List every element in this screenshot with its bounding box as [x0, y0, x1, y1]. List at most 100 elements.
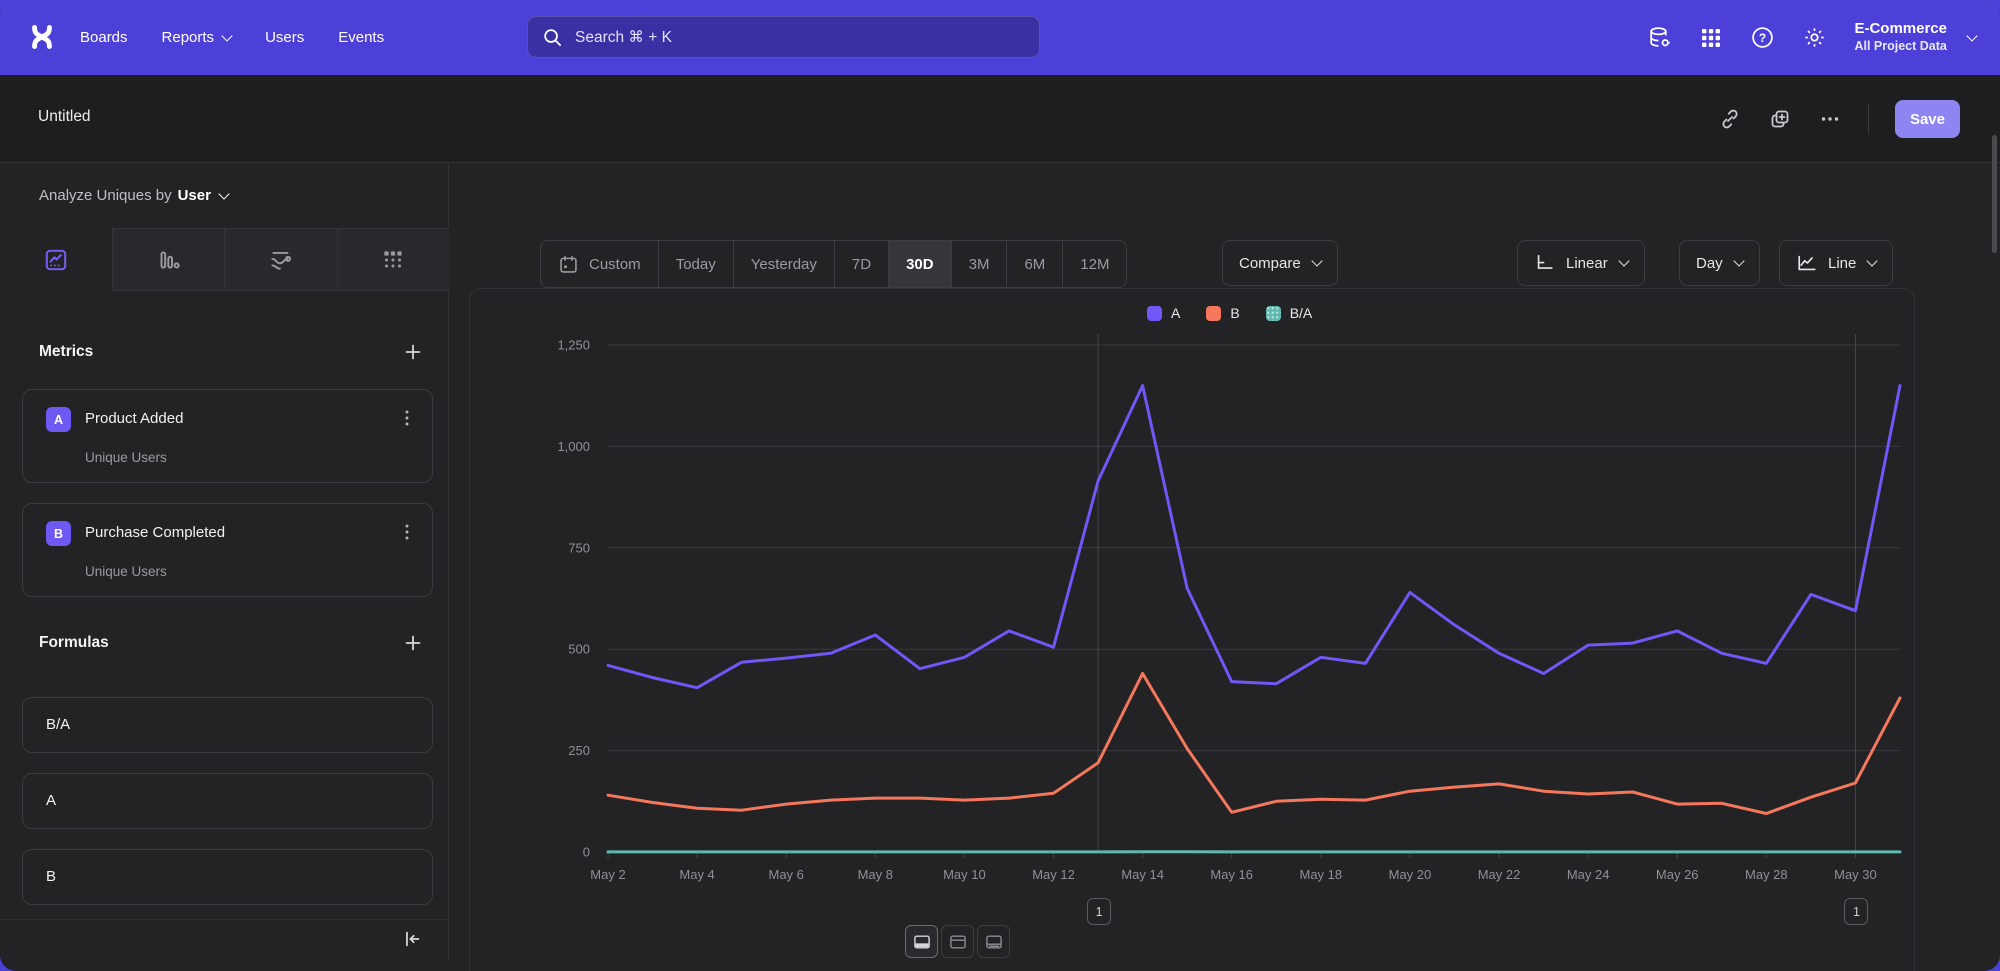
app-frame: Boards Reports Users Events Search ⌘ + K… — [0, 0, 2000, 971]
project-subtitle: All Project Data — [1854, 39, 1947, 55]
formula-card[interactable]: B — [22, 849, 433, 905]
nav-item-label: Users — [265, 29, 304, 46]
compare-label: Compare — [1239, 255, 1301, 272]
nav-item-label: Boards — [80, 29, 128, 46]
svg-text:1,250: 1,250 — [557, 338, 590, 353]
kebab-menu-icon[interactable] — [396, 521, 418, 543]
tab-insights[interactable] — [0, 228, 112, 291]
settings-gear-icon[interactable] — [1802, 25, 1827, 50]
formula-card[interactable]: B/A — [22, 697, 433, 753]
mixpanel-logo-icon — [25, 20, 59, 54]
layout-toggle-split[interactable] — [941, 925, 974, 958]
svg-text:May 4: May 4 — [679, 867, 714, 882]
chevron-down-icon — [218, 188, 229, 199]
query-panel: Analyze Uniques by User Metrics A Produc… — [0, 163, 449, 961]
tab-breakdown[interactable] — [337, 228, 450, 291]
metric-card-a[interactable]: A Product Added Unique Users — [22, 389, 433, 483]
copy-link-icon[interactable] — [1718, 107, 1742, 131]
metric-measurement[interactable]: Unique Users — [85, 450, 167, 465]
collapse-sidebar-icon[interactable] — [401, 928, 423, 950]
help-icon[interactable]: ? — [1750, 25, 1775, 50]
kebab-menu-icon[interactable] — [396, 407, 418, 429]
nav-item-reports[interactable]: Reports — [162, 29, 232, 46]
analyze-label: Analyze Uniques by — [39, 187, 172, 204]
svg-text:May 10: May 10 — [943, 867, 986, 882]
svg-text:May 18: May 18 — [1300, 867, 1343, 882]
metric-name: Purchase Completed — [85, 524, 225, 541]
svg-text:May 22: May 22 — [1478, 867, 1521, 882]
svg-text:May 14: May 14 — [1121, 867, 1164, 882]
apps-grid-icon[interactable] — [1699, 26, 1723, 50]
svg-text:500: 500 — [568, 642, 590, 657]
formula-name: B/A — [46, 716, 70, 733]
annotation-marker[interactable]: 1 — [1844, 898, 1868, 925]
metric-badge: B — [46, 521, 71, 546]
layout-toggle-chart-and-table[interactable] — [905, 925, 938, 958]
chevron-down-icon — [1311, 255, 1322, 266]
plus-icon — [403, 342, 423, 362]
add-metric-button[interactable] — [401, 340, 425, 364]
chevron-down-icon — [1867, 255, 1878, 266]
line-chart[interactable]: 02505007501,0001,250May 2May 4May 6May 8… — [460, 270, 1990, 925]
chart-type-label: Line — [1828, 255, 1856, 272]
nav-right: ? E-Commerce All Project Data — [1647, 0, 1976, 75]
nav-item-users[interactable]: Users — [265, 29, 304, 46]
search-input[interactable]: Search ⌘ + K — [527, 16, 1040, 58]
nav-item-boards[interactable]: Boards — [80, 29, 128, 46]
svg-text:750: 750 — [568, 540, 590, 555]
report-title[interactable]: Untitled — [38, 108, 91, 126]
metric-measurement[interactable]: Unique Users — [85, 564, 167, 579]
more-options-icon[interactable] — [1818, 107, 1842, 131]
svg-text:May 26: May 26 — [1656, 867, 1699, 882]
tab-flows[interactable] — [224, 228, 337, 291]
metric-badge: A — [46, 407, 71, 432]
svg-text:May 8: May 8 — [858, 867, 893, 882]
svg-text:May 16: May 16 — [1210, 867, 1253, 882]
add-formula-button[interactable] — [401, 631, 425, 655]
nav-item-label: Events — [338, 29, 384, 46]
annotation-marker[interactable]: 1 — [1087, 898, 1111, 925]
divider — [1868, 104, 1869, 134]
svg-text:May 2: May 2 — [590, 867, 625, 882]
project-selector[interactable]: E-Commerce All Project Data — [1854, 20, 1976, 54]
svg-text:May 24: May 24 — [1567, 867, 1610, 882]
svg-text:May 30: May 30 — [1834, 867, 1877, 882]
insights-tab-icon — [43, 247, 69, 273]
analyze-entity-value: User — [178, 187, 211, 204]
flow-tab-icon — [268, 247, 294, 273]
chevron-down-icon — [1733, 255, 1744, 266]
search-placeholder: Search ⌘ + K — [575, 28, 672, 47]
svg-text:May 28: May 28 — [1745, 867, 1788, 882]
scrollbar-thumb[interactable] — [1992, 135, 1997, 253]
metric-name: Product Added — [85, 410, 183, 427]
nav-menu: Boards Reports Users Events — [80, 0, 384, 75]
svg-text:May 6: May 6 — [769, 867, 804, 882]
nav-item-events[interactable]: Events — [338, 29, 384, 46]
tab-funnels[interactable] — [112, 228, 225, 291]
save-button[interactable]: Save — [1895, 100, 1960, 138]
nav-item-label: Reports — [162, 29, 215, 46]
chart-area: Custom Today Yesterday 7D 30D 3M 6M 12M … — [449, 163, 2000, 971]
report-type-tabs — [0, 228, 449, 291]
funnel-tab-icon — [155, 247, 181, 273]
svg-text:250: 250 — [568, 743, 590, 758]
report-actions: Save — [1718, 75, 1960, 163]
formula-name: B — [46, 868, 56, 885]
panel-footer — [0, 919, 449, 962]
layout-toggles — [905, 925, 1010, 958]
svg-text:1,000: 1,000 — [557, 439, 590, 454]
chevron-down-icon — [221, 30, 232, 41]
formula-name: A — [46, 792, 56, 809]
report-header: Untitled Save — [0, 75, 2000, 163]
duplicate-icon[interactable] — [1768, 107, 1792, 131]
analyze-entity-dropdown[interactable]: User — [178, 187, 228, 204]
mixpanel-logo[interactable] — [22, 17, 62, 57]
metric-card-b[interactable]: B Purchase Completed Unique Users — [22, 503, 433, 597]
chevron-down-icon — [1966, 30, 1977, 41]
formula-card[interactable]: A — [22, 773, 433, 829]
top-nav: Boards Reports Users Events Search ⌘ + K… — [0, 0, 2000, 75]
layout-toggle-chart-only[interactable] — [977, 925, 1010, 958]
search-icon — [542, 27, 563, 48]
breakdown-tab-icon — [380, 247, 406, 273]
data-management-icon[interactable] — [1647, 25, 1672, 50]
